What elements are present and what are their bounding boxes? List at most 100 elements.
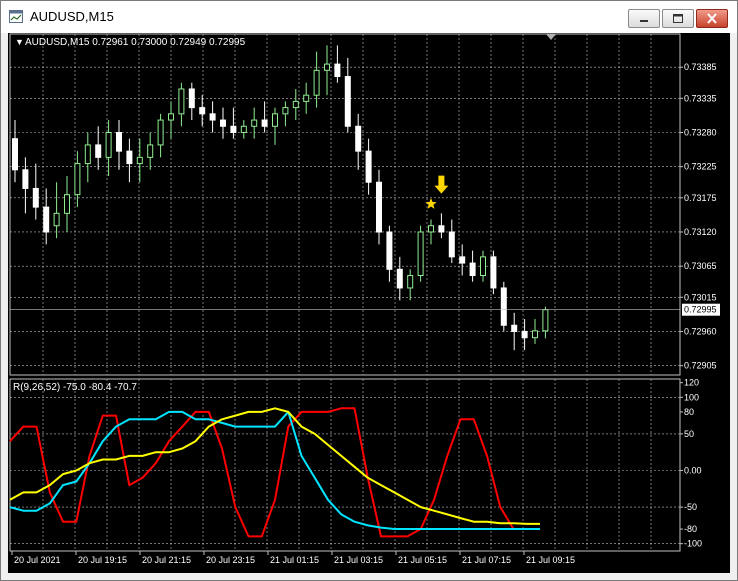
candle-body (532, 330, 538, 339)
candle-body (230, 125, 237, 133)
oscillator-series (9, 407, 540, 538)
candle-body (64, 194, 70, 214)
candle-body (511, 324, 518, 332)
candle-body (396, 268, 403, 289)
current-price-label: 0.72995 (684, 305, 717, 315)
header-info: ▼ AUDUSD,M15 0.72961 0.73000 0.72949 0.7… (15, 37, 246, 48)
time-axis[interactable]: 20 Jul 2021 20 Jul 19:15 20 Jul 21:15 20 Ju… (11, 551, 575, 565)
candle-body (126, 150, 133, 165)
candle-body (136, 156, 143, 165)
time-tick-label: 21 Jul 09:15 (526, 555, 575, 565)
time-tick-label: 20 Jul 21:15 (142, 555, 191, 565)
time-tick-label: 21 Jul 01:15 (270, 555, 319, 565)
candle-body (53, 212, 60, 227)
candle-body (43, 206, 50, 233)
candle-body (209, 113, 216, 121)
close-icon (707, 13, 717, 24)
indicator-tick-label: -100 (684, 539, 702, 549)
candle-body (292, 100, 299, 109)
candle-body (344, 76, 351, 127)
candle-body (324, 63, 330, 71)
price-tick-label: 0.73385 (684, 62, 717, 72)
candle-body (188, 88, 195, 109)
indicator-tick-label: 120 (684, 378, 699, 388)
candle-body (157, 119, 164, 146)
indicator-tick-label: 0.00 (684, 465, 702, 475)
price-tick-label: 0.73175 (684, 193, 717, 203)
candle-body (22, 169, 29, 189)
window-title: AUDUSD,M15 (30, 9, 114, 24)
candle-body (521, 330, 528, 339)
time-tick-label: 20 Jul 19:15 (78, 555, 127, 565)
chart-area[interactable]: ▼ AUDUSD,M15 0.72961 0.73000 0.72949 0.7… (8, 33, 730, 573)
indicator-frame (9, 378, 681, 552)
candle-body (74, 163, 81, 196)
candle-body (240, 125, 247, 133)
time-tick-label: 21 Jul 07:15 (462, 555, 511, 565)
candle-body (105, 131, 112, 158)
indicator-tick-label: -80 (684, 524, 697, 534)
candle-body (542, 309, 549, 332)
price-tick-label: 0.73015 (684, 292, 717, 302)
header-triangle[interactable]: ▼ (15, 37, 24, 47)
arrow-down-marker-icon (434, 175, 449, 194)
candle-body (417, 231, 424, 277)
candle-body (500, 287, 507, 326)
candle-body (178, 88, 185, 115)
candle-body (251, 119, 258, 127)
indicator-tick-label: 50 (684, 429, 694, 439)
time-tick-label: 21 Jul 03:15 (334, 555, 383, 565)
candle-body (334, 63, 341, 78)
candle-body (116, 131, 122, 152)
close-button[interactable] (696, 9, 728, 28)
candle-body (469, 262, 476, 277)
candle-body (376, 181, 382, 233)
chart-canvas[interactable]: ▼ AUDUSD,M15 0.72961 0.73000 0.72949 0.7… (8, 33, 730, 573)
candle-body (355, 125, 362, 152)
indicator-tick-label: -50 (684, 502, 697, 512)
price-axis[interactable]: 0.73385 0.73335 0.73280 0.73225 0.73175 0.731… (10, 62, 720, 371)
indicator-tick-label: 100 (684, 392, 699, 402)
candle-body (313, 69, 320, 96)
maximize-button[interactable] (662, 9, 694, 28)
symbol-info: AUDUSD,M15 0.72961 0.73000 0.72949 0.729… (25, 37, 246, 48)
candle-body (386, 231, 393, 270)
time-tick-label: 21 Jul 05:15 (398, 555, 447, 565)
shift-marker-icon[interactable] (546, 34, 556, 40)
price-tick-label: 0.73065 (684, 261, 717, 271)
chart-window: AUDUSD,M15 ▼ AUDUSD,M15 0.72961 0.73000 … (0, 0, 738, 581)
price-tick-label: 0.73280 (684, 127, 717, 137)
candle-body (407, 275, 414, 289)
candle-body (365, 150, 372, 183)
time-tick-label: 20 Jul 2021 (14, 555, 61, 565)
price-tick-label: 0.73225 (684, 162, 717, 172)
candle-body (84, 144, 91, 165)
candle-body (282, 107, 289, 115)
candle-body (272, 113, 278, 127)
price-tick-label: 0.72960 (684, 326, 717, 336)
price-tick-label: 0.73120 (684, 227, 717, 237)
minimize-button[interactable] (628, 9, 660, 28)
candle-body (459, 256, 466, 264)
chart-app-icon (9, 10, 23, 23)
time-tick-label: 20 Jul 23:15 (206, 555, 255, 565)
candle-body (261, 119, 268, 127)
candle-body (428, 225, 434, 233)
title-bar[interactable]: AUDUSD,M15 (1, 1, 737, 33)
candle-body (147, 144, 154, 158)
signal-markers (425, 175, 449, 209)
candle-body (490, 256, 497, 289)
candle-body (168, 113, 174, 121)
candle-body (448, 231, 455, 258)
candle-body (220, 119, 226, 127)
price-tick-label: 0.73335 (684, 93, 717, 103)
candle-body (438, 225, 445, 233)
candle-body (303, 94, 310, 102)
candle-body (95, 144, 102, 158)
maximize-icon (673, 14, 683, 23)
indicator-label: R(9,26,52) -75.0 -80.4 -70.7 (13, 382, 137, 393)
indicator-tick-label: 80 (684, 407, 694, 417)
price-tick-label: 0.72905 (684, 361, 717, 371)
candle-body (12, 138, 18, 171)
indicator-axis[interactable]: 120 100 80 50 0.00 -50 -80 -100 (680, 378, 702, 549)
